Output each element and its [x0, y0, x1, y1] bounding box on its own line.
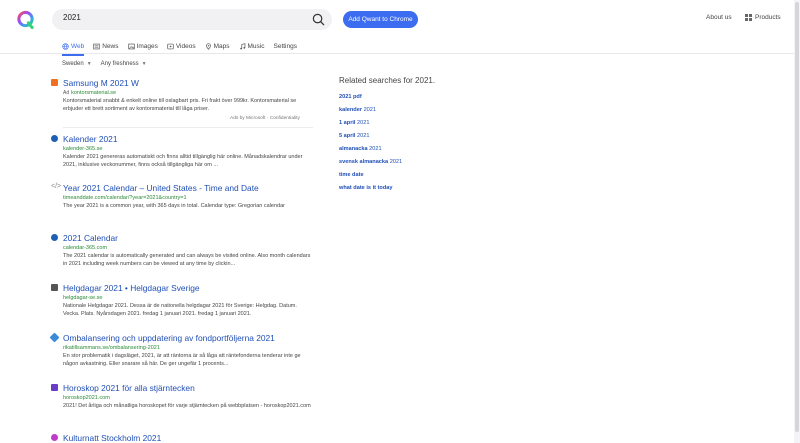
- related-rest: 2021: [355, 120, 370, 126]
- result-description: Nationale Helgdagar 2021. Dessa är de na…: [63, 303, 297, 317]
- filters-bar: Sweden ▼ Any freshness ▼: [62, 61, 147, 67]
- related-rest: 2021: [362, 107, 377, 113]
- scrollbar-thumb[interactable]: [795, 2, 799, 432]
- result-url[interactable]: horoskop2021.com: [63, 395, 110, 401]
- result-url[interactable]: kalender-365.se: [63, 146, 102, 152]
- related-item[interactable]: 5 april 2021: [339, 130, 539, 143]
- favicon-icon: [49, 332, 60, 343]
- about-us-link[interactable]: About us: [706, 14, 732, 21]
- image-icon: [127, 43, 135, 49]
- search-box[interactable]: 2021: [52, 9, 332, 30]
- favicon-icon: [51, 79, 58, 86]
- tab-label: Images: [136, 42, 158, 50]
- result-description: Kalender 2021 genereras automatiskt och …: [63, 154, 303, 168]
- related-item[interactable]: almanacka 2021: [339, 143, 539, 156]
- related-rest: 2021: [367, 146, 382, 152]
- globe-icon: [62, 42, 69, 50]
- map-pin-icon: [205, 42, 211, 50]
- related-item[interactable]: what date is it today: [339, 182, 539, 195]
- result-title-link[interactable]: Horoskop 2021 för alla stjärntecken: [63, 383, 195, 393]
- music-icon: [239, 42, 245, 49]
- related-rest: 2021: [355, 133, 370, 139]
- result-url[interactable]: rikatillsammans.se/ombalansering-2021: [63, 345, 160, 351]
- favicon-icon: [51, 384, 58, 391]
- favicon-icon: [51, 135, 58, 142]
- result-url[interactable]: helgdagar-se.se: [63, 295, 102, 301]
- related-bold: svensk almanacka: [339, 159, 389, 165]
- result-title-link[interactable]: Kalender 2021: [63, 134, 117, 144]
- tab-label: Videos: [175, 42, 196, 50]
- related-bold: 5 april: [339, 133, 356, 139]
- freshness-filter[interactable]: Any freshness ▼: [101, 61, 147, 67]
- grid-icon: [745, 14, 752, 21]
- scrollbar[interactable]: [794, 0, 800, 443]
- result-title-link[interactable]: Year 2021 Calendar – United States - Tim…: [63, 183, 259, 193]
- tab-maps[interactable]: Maps: [205, 40, 230, 52]
- related-bold: time date: [339, 172, 364, 178]
- result-description: En stor problematik i dagsläget, 2021, ä…: [63, 353, 301, 367]
- related-bold: kalender: [339, 107, 363, 113]
- related-item[interactable]: svensk almanacka 2021: [339, 156, 539, 169]
- chevron-down-icon: ▼: [86, 61, 92, 67]
- tab-label: Music: [247, 42, 265, 50]
- add-to-chrome-button[interactable]: Add Qwant to Chrome: [343, 11, 418, 28]
- result-description: Kontorsmaterial snabbt & enkelt online t…: [63, 98, 297, 112]
- related-bold: what date is it today: [339, 185, 393, 191]
- related-title: Related searches for 2021.: [339, 76, 436, 85]
- related-item[interactable]: time date: [339, 169, 539, 182]
- region-filter[interactable]: Sweden ▼: [62, 61, 92, 67]
- chevron-down-icon: ▼: [141, 61, 147, 67]
- result-title-link[interactable]: Kulturnatt Stockholm 2021: [63, 433, 161, 443]
- result-title-link[interactable]: Helgdagar 2021 • Helgdagar Sverige: [63, 283, 200, 293]
- favicon-icon: [51, 234, 58, 241]
- related-item[interactable]: 2021 pdf: [339, 91, 539, 104]
- related-bold: 1 april: [339, 120, 356, 126]
- tab-label: Settings: [273, 42, 298, 50]
- result-description: The year 2021 is a common year, with 365…: [63, 203, 285, 209]
- tab-web[interactable]: Web: [62, 40, 85, 56]
- result-description: 2021! Det årliga och månatliga horoskope…: [63, 403, 311, 409]
- ad-divider: [63, 127, 313, 128]
- result-url[interactable]: Ad kontorsmaterial.se: [63, 90, 116, 96]
- tab-label: News: [102, 42, 119, 50]
- result-title-link[interactable]: Ombalansering och uppdatering av fondpor…: [63, 333, 275, 343]
- tab-label: Web: [71, 42, 85, 50]
- tabs-divider: [0, 53, 800, 54]
- tab-label: Maps: [213, 42, 230, 50]
- region-label: Sweden: [62, 61, 84, 67]
- result-url[interactable]: calendar-365.com: [63, 245, 107, 251]
- related-searches: Related searches for 2021. 2021 pdf kale…: [339, 76, 539, 195]
- video-icon: [167, 43, 174, 49]
- freshness-label: Any freshness: [100, 61, 139, 67]
- search-icon[interactable]: [311, 12, 326, 27]
- tab-images[interactable]: Images: [127, 40, 158, 52]
- result-title-link[interactable]: Samsung M 2021 W: [63, 78, 139, 88]
- search-input[interactable]: 2021: [63, 13, 81, 22]
- ad-attribution[interactable]: Ads by Microsoft · Confidentiality: [230, 116, 300, 121]
- related-item[interactable]: 1 april 2021: [339, 117, 539, 130]
- favicon-icon: [51, 284, 58, 291]
- tab-videos[interactable]: Videos: [167, 40, 196, 52]
- qwant-logo-icon[interactable]: [16, 9, 35, 29]
- related-rest: 2021: [388, 159, 403, 165]
- related-bold: almanacka: [339, 146, 368, 152]
- favicon-icon: [51, 434, 58, 441]
- result-title-link[interactable]: 2021 Calendar: [63, 233, 118, 243]
- result-description: The 2021 calendar is automatically gener…: [63, 253, 311, 267]
- result-url[interactable]: timeanddate.com/calendar/?year=2021&coun…: [63, 195, 187, 201]
- related-bold: 2021 pdf: [339, 94, 362, 100]
- tab-settings[interactable]: Settings: [274, 40, 298, 52]
- result-url-text: kontorsmaterial.se: [71, 90, 117, 96]
- products-menu[interactable]: Products: [745, 14, 781, 21]
- products-label: Products: [755, 14, 781, 21]
- favicon-icon: </>: [51, 183, 62, 190]
- news-icon: [93, 43, 100, 49]
- related-item[interactable]: kalender 2021: [339, 104, 539, 117]
- tab-news[interactable]: News: [93, 40, 119, 52]
- ad-badge: Ad: [63, 90, 70, 96]
- tab-music[interactable]: Music: [239, 40, 265, 52]
